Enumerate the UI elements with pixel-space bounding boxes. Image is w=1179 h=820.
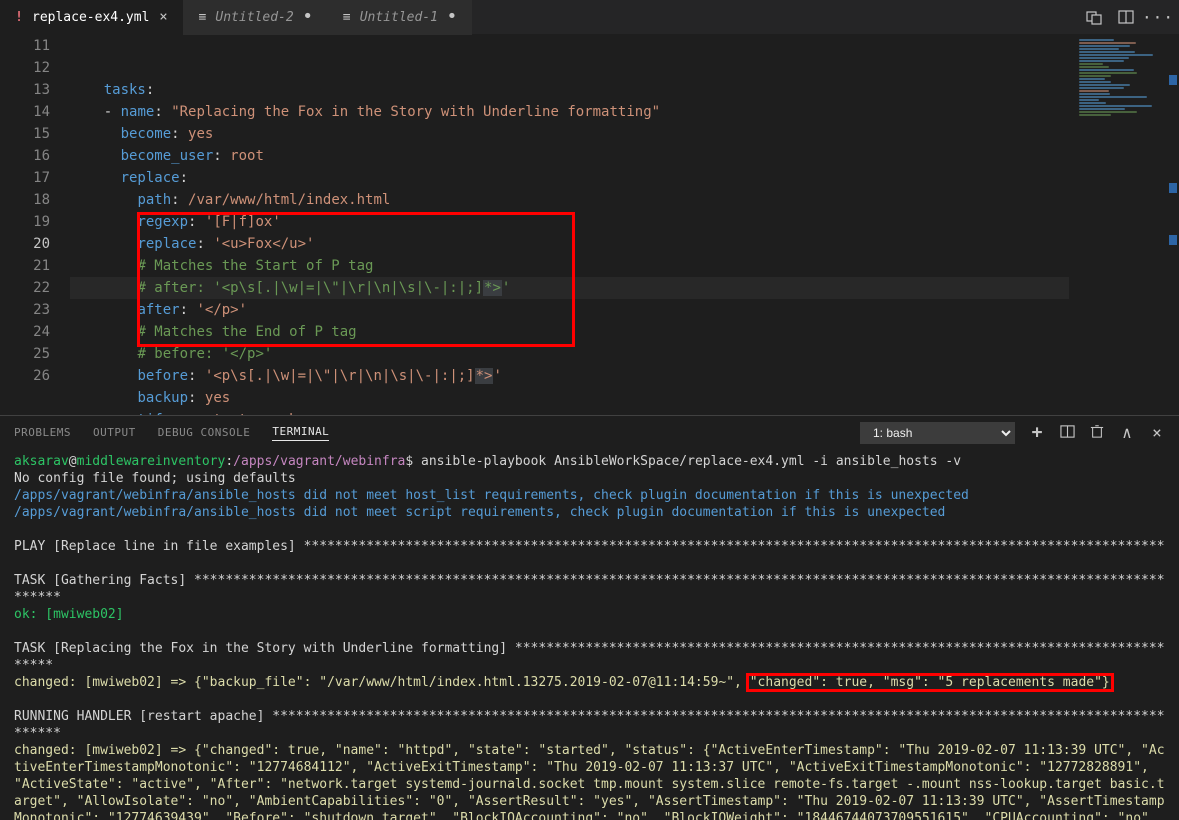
- yaml-file-icon: !: [12, 10, 26, 24]
- panel-tab-row: PROBLEMS OUTPUT DEBUG CONSOLE TERMINAL 1…: [0, 416, 1179, 449]
- bottom-panel: PROBLEMS OUTPUT DEBUG CONSOLE TERMINAL 1…: [0, 415, 1179, 820]
- minimap[interactable]: [1069, 35, 1179, 415]
- code-content[interactable]: tasks: - name: "Replacing the Fox in the…: [70, 35, 1069, 415]
- kill-terminal-icon[interactable]: [1089, 424, 1105, 441]
- tab-label: replace-ex4.yml: [32, 10, 149, 25]
- file-icon: ≡: [195, 10, 209, 24]
- new-terminal-icon[interactable]: +: [1029, 422, 1045, 443]
- split-editor-icon[interactable]: [1117, 8, 1135, 27]
- panel-tab-terminal[interactable]: TERMINAL: [272, 425, 329, 441]
- more-actions-icon[interactable]: ···: [1149, 8, 1167, 27]
- panel-tab-output[interactable]: OUTPUT: [93, 426, 136, 439]
- close-icon[interactable]: ×: [155, 9, 171, 25]
- panel-tab-problems[interactable]: PROBLEMS: [14, 426, 71, 439]
- tab-bar: ! replace-ex4.yml × ≡ Untitled-2 • ≡ Unt…: [0, 0, 1179, 35]
- tab-label: Untitled-2: [215, 10, 293, 25]
- overview-ruler[interactable]: [1167, 35, 1179, 415]
- editor-tab-active[interactable]: ! replace-ex4.yml ×: [0, 0, 183, 35]
- line-number-gutter: 11121314151617181920212223242526: [0, 35, 70, 415]
- maximize-panel-icon[interactable]: ∧: [1119, 423, 1135, 442]
- code-editor[interactable]: 11121314151617181920212223242526 tasks: …: [0, 35, 1179, 415]
- terminal-content[interactable]: aksarav@middlewareinventory:/apps/vagran…: [0, 449, 1179, 820]
- editor-actions: ···: [1085, 8, 1179, 27]
- panel-tab-debug[interactable]: DEBUG CONSOLE: [158, 426, 251, 439]
- compare-changes-icon[interactable]: [1085, 8, 1103, 27]
- editor-tab[interactable]: ≡ Untitled-1 •: [328, 0, 472, 35]
- file-icon: ≡: [340, 10, 354, 24]
- terminal-selector[interactable]: 1: bash: [860, 422, 1015, 444]
- editor-tab[interactable]: ≡ Untitled-2 •: [183, 0, 327, 35]
- split-terminal-icon[interactable]: [1059, 424, 1075, 442]
- dirty-indicator-icon[interactable]: •: [444, 9, 460, 25]
- tab-label: Untitled-1: [360, 10, 438, 25]
- close-panel-icon[interactable]: ×: [1149, 423, 1165, 442]
- dirty-indicator-icon[interactable]: •: [300, 9, 316, 25]
